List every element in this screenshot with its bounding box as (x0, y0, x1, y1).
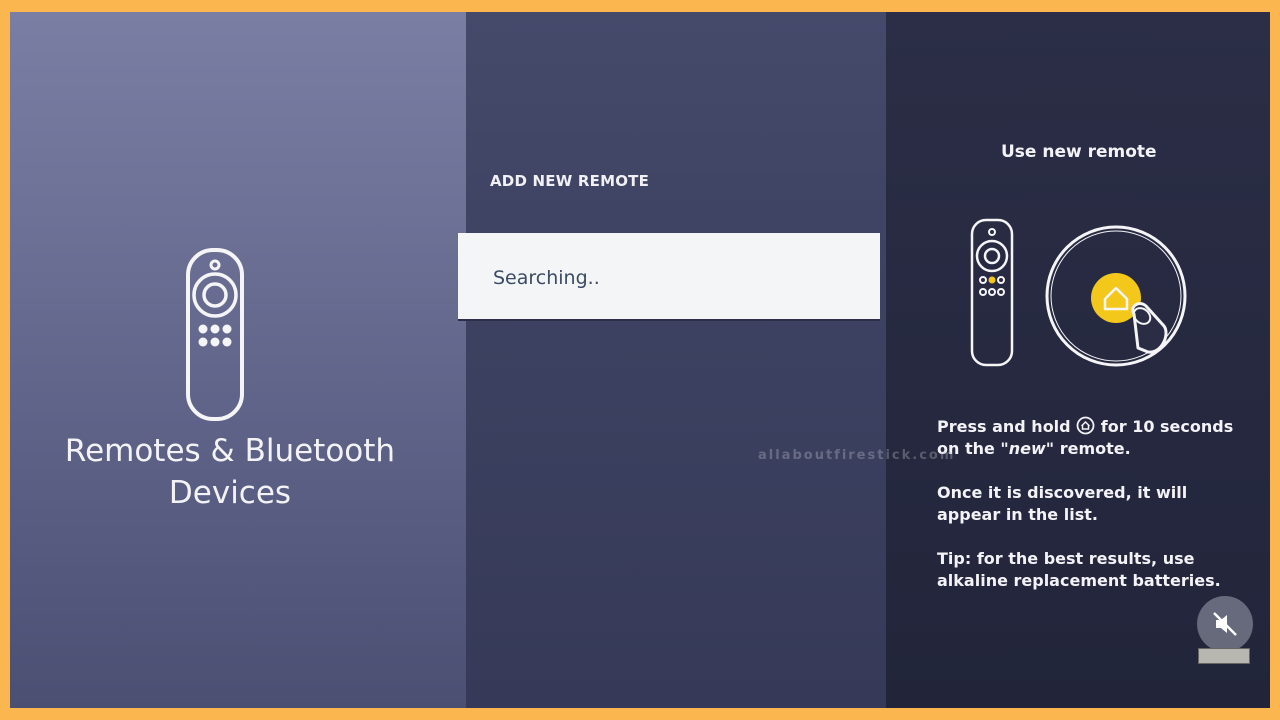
use-new-remote-heading: Use new remote (1001, 142, 1157, 162)
tv-sticker (1198, 648, 1250, 664)
battery-tip: Tip: for the best results, use alkaline … (937, 549, 1221, 590)
instructions-text: Press and hold for 10 seconds on the "ne… (937, 416, 1237, 614)
add-new-remote-heading: ADD NEW REMOTE (490, 172, 650, 190)
mute-speaker-icon (1213, 612, 1237, 636)
remote-illustration-icon (970, 218, 1014, 367)
discovered-instruction: Once it is discovered, it will appear in… (937, 483, 1188, 524)
section-title: Remotes & Bluetooth Devices (64, 433, 396, 511)
home-icon (1045, 225, 1187, 367)
watermark: allaboutfirestick.com (758, 448, 956, 463)
press-hold-instruction: Press and hold for 10 seconds on the "ne… (937, 416, 1234, 458)
mute-button[interactable] (1197, 596, 1253, 652)
home-button-icon (1076, 416, 1095, 435)
searching-status-text: Searching.. (493, 267, 600, 289)
searching-list-item[interactable]: Searching.. (458, 233, 880, 321)
fire-tv-remote-icon (186, 248, 244, 421)
middle-panel (466, 12, 886, 708)
